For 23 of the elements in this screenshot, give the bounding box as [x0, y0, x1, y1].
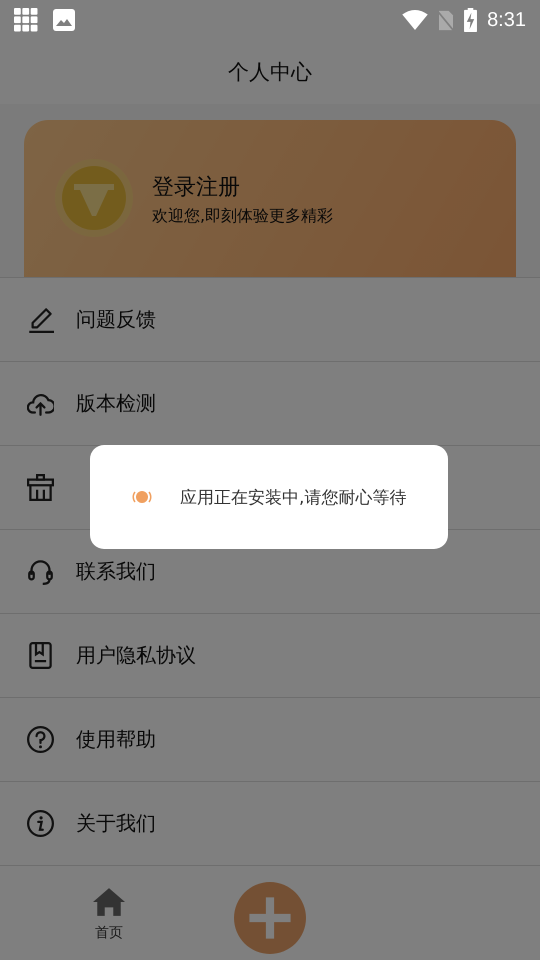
- add-button[interactable]: [234, 882, 306, 954]
- menu-item[interactable]: 使用帮助: [0, 697, 540, 781]
- menu-item[interactable]: 问题反馈: [0, 277, 540, 361]
- home-icon: [93, 888, 125, 916]
- no-sim-icon: [438, 10, 454, 30]
- status-time: 8:31: [487, 8, 526, 32]
- profile-card[interactable]: 登录注册 欢迎您,即刻体验更多精彩: [24, 120, 516, 277]
- home-tab[interactable]: 首页: [34, 884, 184, 942]
- apps-grid-icon: [14, 8, 38, 32]
- image-icon: [52, 8, 76, 32]
- welcome-text: 欢迎您,即刻体验更多精彩: [152, 206, 334, 227]
- battery-charging-icon: [464, 8, 478, 32]
- document-icon: [27, 642, 54, 669]
- page-title: 个人中心: [228, 59, 312, 86]
- info-circle-icon: [27, 810, 54, 837]
- basket-icon: [27, 474, 54, 501]
- wifi-icon: [402, 10, 428, 30]
- headset-icon: [27, 558, 54, 585]
- menu-item[interactable]: 用户隐私协议: [0, 613, 540, 697]
- login-register-link[interactable]: 登录注册: [152, 172, 334, 202]
- question-circle-icon: [27, 726, 54, 753]
- pencil-icon: [27, 306, 54, 333]
- loading-message: 应用正在安装中,请您耐心等待: [180, 486, 406, 508]
